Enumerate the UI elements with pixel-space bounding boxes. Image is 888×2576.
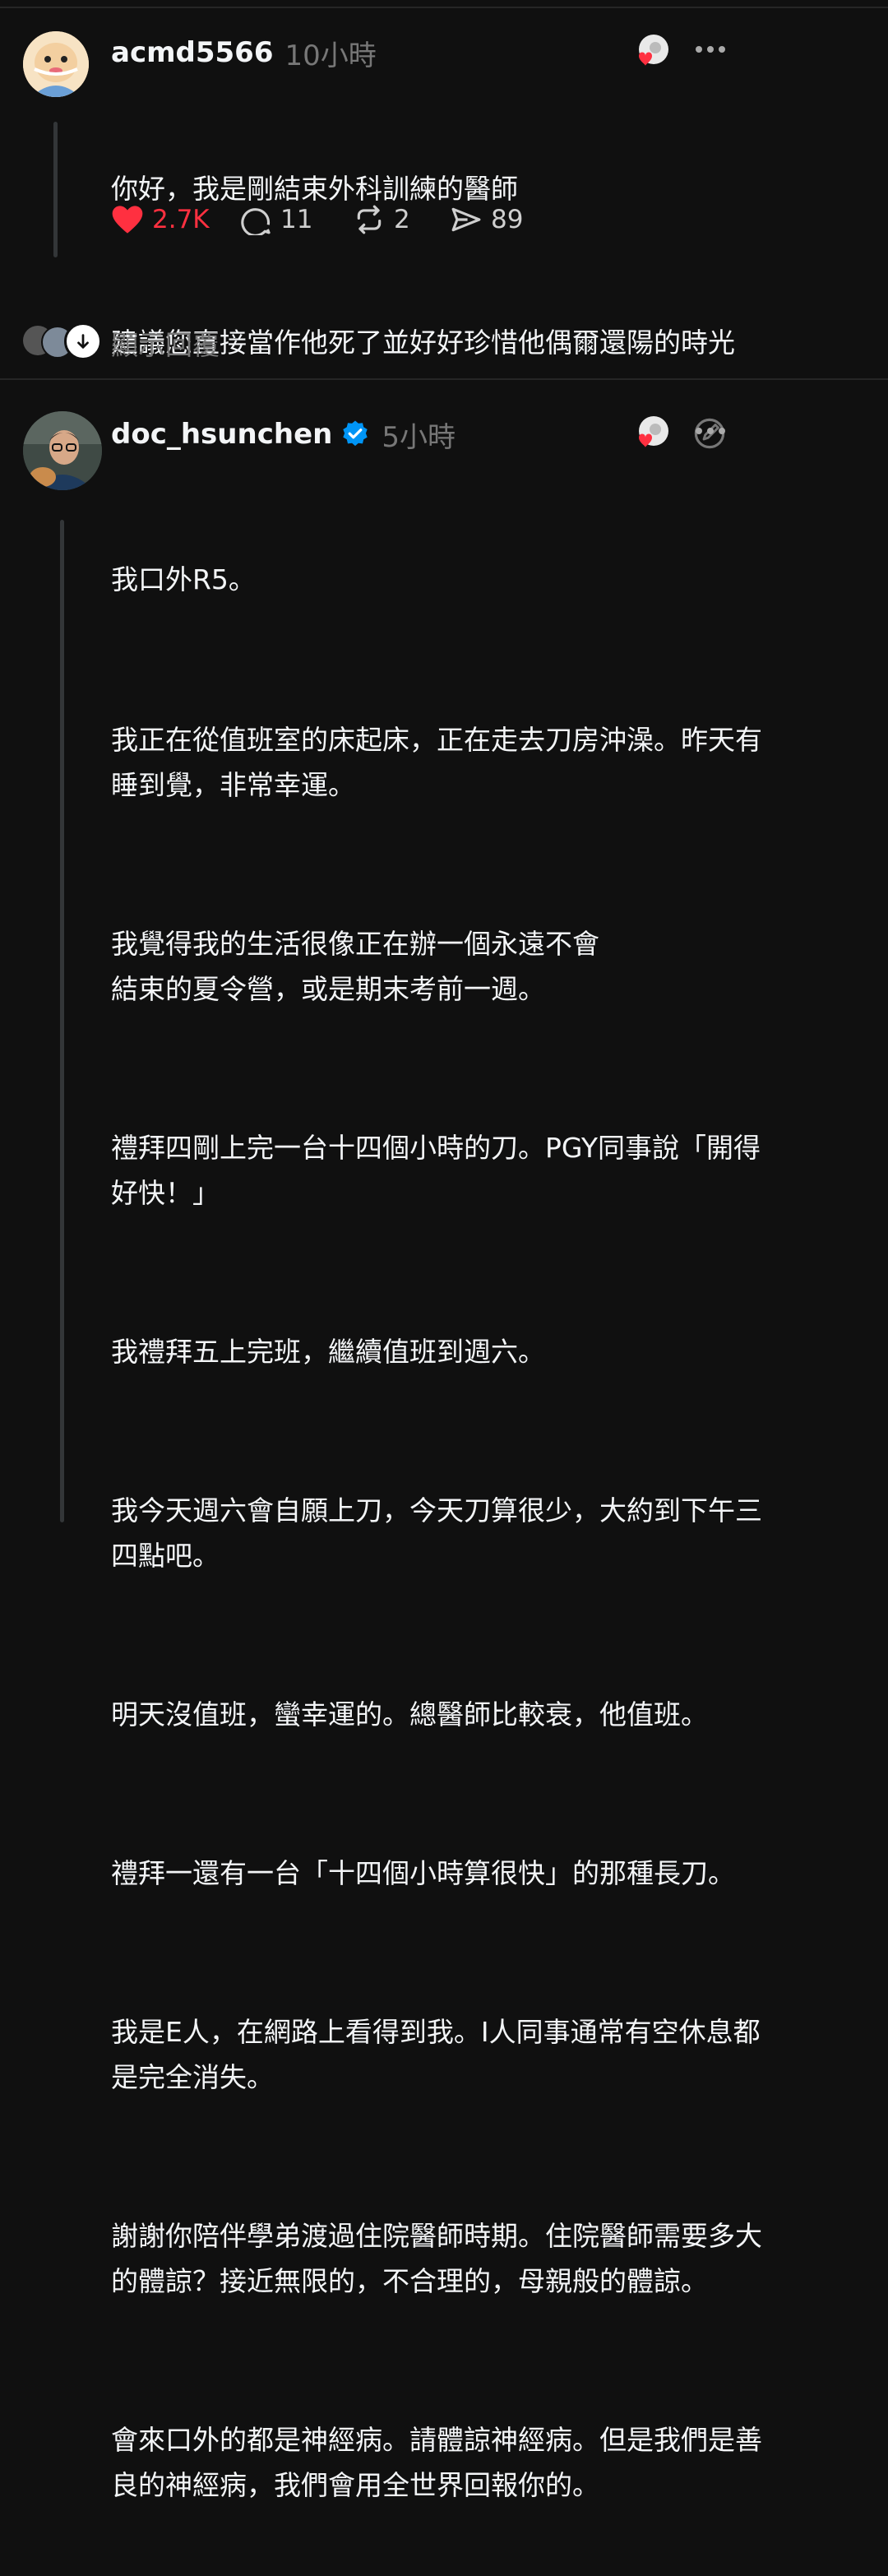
show-replies-arrow-icon [64,322,102,360]
send-icon [451,207,481,232]
post-paragraph: 我是E人，在網路上看得到我。I人同事通常有空休息都 是完全消失。 [111,2016,761,2093]
post-paragraph: 謝謝你陪伴學弟渡過住院醫師時期。住院醫師需要多大 的體諒？接近無限的，不合理的，… [111,2220,762,2297]
like-button[interactable]: 2.7K [111,204,241,235]
post-paragraph: 我覺得我的生活很像正在辦一個永遠不會 結束的夏令營，或是期末考前一週。 [111,928,599,1005]
avatar-acmd5566[interactable] [23,31,89,97]
avatar-doc-hsunchen[interactable] [23,411,102,490]
more-options-icon[interactable] [696,428,725,434]
post-time: 5小時 [382,420,456,454]
thread-line [53,122,58,257]
username[interactable]: acmd5566 [111,36,274,69]
repost-count: 2 [394,205,410,234]
post-paragraph: 我今天週六會自願上刀，今天刀算很少，大約到下午三 四點吧。 [111,1494,762,1572]
verified-badge-icon [340,419,370,449]
comment-button[interactable]: 11 [241,204,353,235]
post-text: 我口外R5。 我正在從值班室的床起床，正在走去刀房沖澡。昨天有 睡到覺，非常幸運… [111,466,876,2576]
reply-avatars[interactable] [23,322,105,360]
top-divider [0,0,888,8]
repost-icon [357,205,382,234]
repost-button[interactable]: 2 [353,204,450,235]
post-paragraph: 我正在從值班室的床起床，正在走去刀房沖澡。昨天有 睡到覺，非常幸運。 [111,724,762,801]
like-count: 2.7K [152,205,210,234]
post-paragraph: 我口外R5。 [111,563,256,595]
post-divider [0,378,888,380]
comment-count: 11 [280,205,313,234]
post-time: 10小時 [284,39,377,72]
action-bar: 2.7K 11 2 89 [111,204,523,235]
post-paragraph: 會來口外的都是神經病。請體諒神經病。但是我們是善 良的神經病，我們會用全世界回報… [111,2424,762,2501]
share-count: 89 [491,205,524,234]
more-options-icon[interactable] [696,46,725,53]
liked-by-author-badge [629,33,670,69]
share-button[interactable]: 89 [450,204,523,235]
post-paragraph: 禮拜四剛上完一台十四個小時的刀。PGY同事說「開得 好快！」 [111,1132,761,1209]
post-paragraph: 禮拜一還有一台「十四個小時算很快」的那種長刀。 [111,1857,735,1889]
post-paragraph: 我禮拜五上完班，繼續值班到週六。 [111,1336,545,1368]
post-header: acmd5566 10小時 [111,35,377,72]
username[interactable]: doc_hsunchen [111,418,332,451]
heart-icon [112,206,143,234]
post-header: doc_hsunchen 5小時 [111,416,456,454]
post-line: 建議您直接當作他死了並好好珍惜他偶爾還陽的時光 [111,327,735,359]
post-paragraph: 明天沒值班，蠻幸運的。總醫師比較衰，他值班。 [111,1698,708,1730]
thread-line [60,520,64,1522]
comment-icon [241,208,271,235]
liked-by-author-badge [629,415,670,451]
show-replies-link[interactable]: 顯示回覆 [111,323,220,363]
